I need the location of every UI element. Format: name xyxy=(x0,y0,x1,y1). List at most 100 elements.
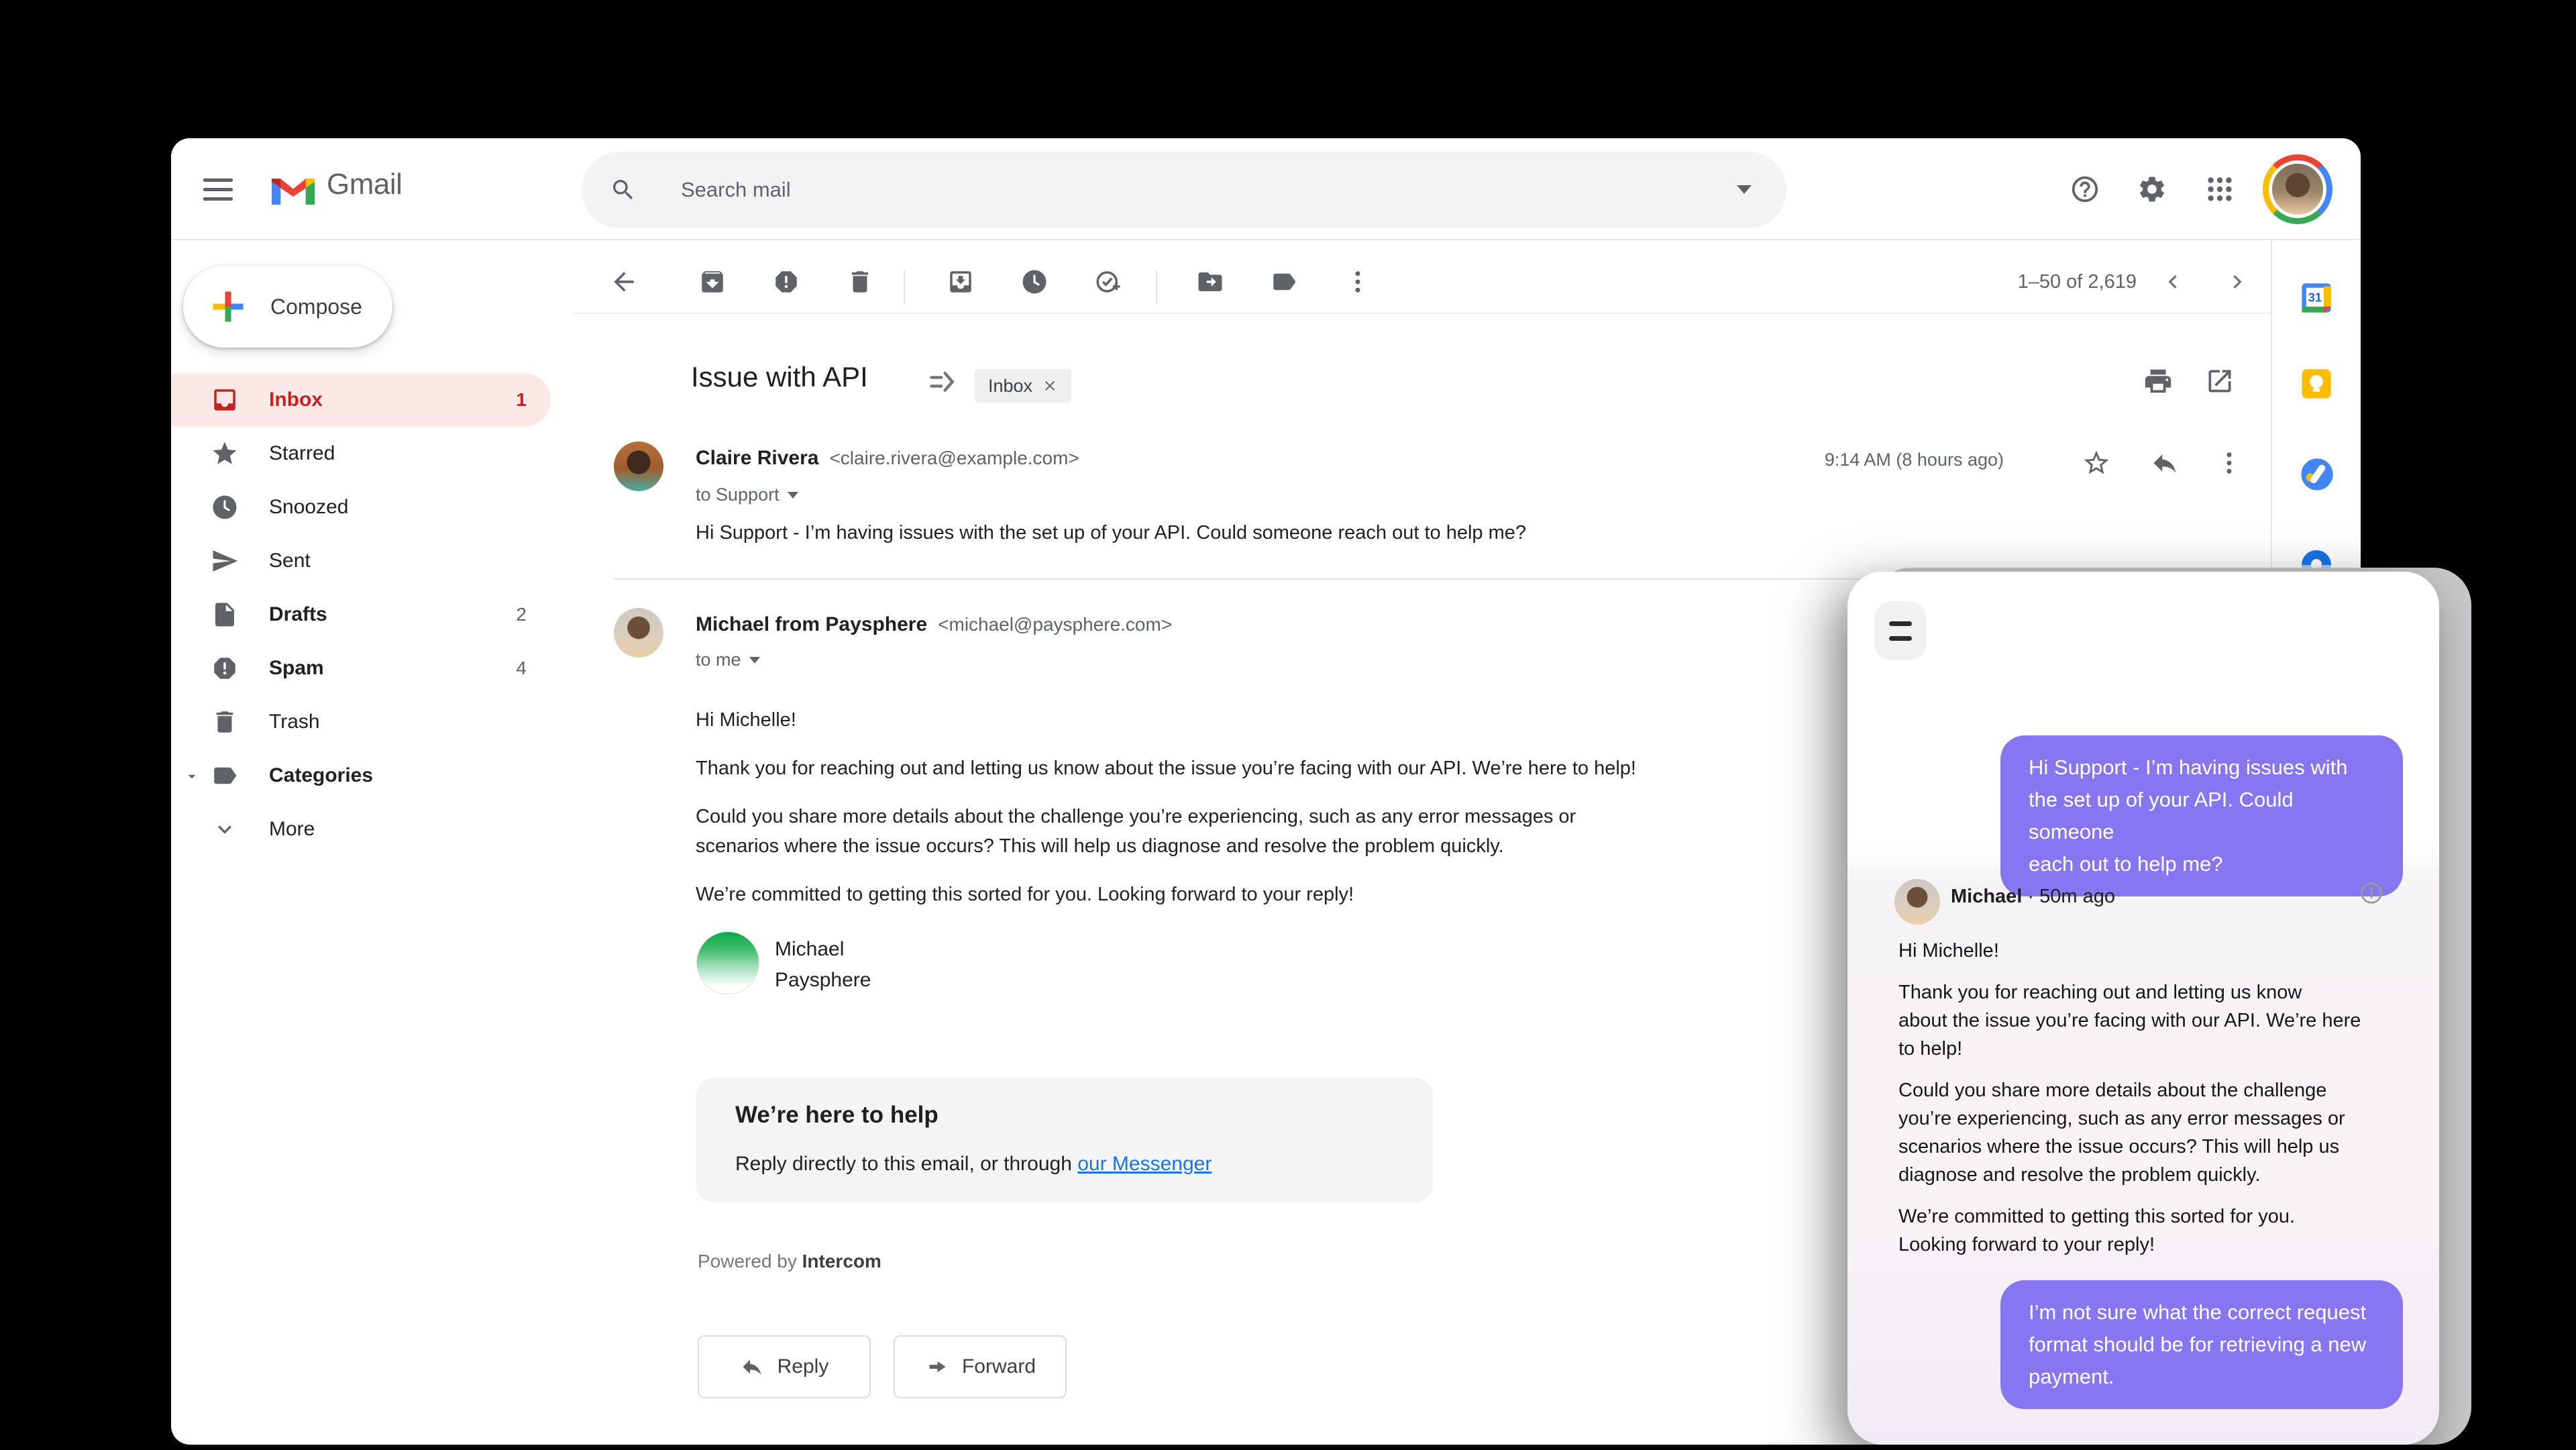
sidebar-item-more[interactable]: More xyxy=(171,802,551,856)
sender-name: Michael from Paysphere xyxy=(696,613,927,636)
help-box-title: We’re here to help xyxy=(735,1102,938,1129)
sender-avatar-michael[interactable] xyxy=(614,608,663,658)
star-message-button[interactable] xyxy=(2075,442,2118,484)
email-paragraph: Thank you for reaching out and letting u… xyxy=(696,754,1903,783)
reply-arrow-icon xyxy=(2150,448,2180,478)
report-spam-button[interactable] xyxy=(765,260,808,303)
more-vert-icon xyxy=(1344,268,1372,296)
email2-header: Michael from Paysphere <michael@payspher… xyxy=(696,613,1172,636)
forward-arrow-icon xyxy=(924,1355,949,1379)
snooze-button[interactable] xyxy=(1013,260,1056,303)
chip-close-icon[interactable] xyxy=(1042,378,1058,394)
gear-icon xyxy=(2137,174,2167,205)
messenger-widget: Hi Support - I’m having issues with the … xyxy=(1847,572,2439,1445)
email1-recipient-row[interactable]: to Support xyxy=(696,484,798,505)
recipient-details-caret-icon xyxy=(749,657,760,664)
visitor-message-bubble: Hi Support - I’m having issues with the … xyxy=(2000,735,2403,896)
back-arrow-icon xyxy=(609,267,639,297)
calendar-icon[interactable]: 31 xyxy=(2299,280,2334,319)
sender-name: Claire Rivera xyxy=(696,447,818,470)
back-button[interactable] xyxy=(602,260,645,303)
message-info-button[interactable] xyxy=(2359,880,2384,909)
email-paragraph: We’re committed to getting this sorted f… xyxy=(696,880,1903,909)
chat-paragraph: Hi Michelle! xyxy=(1898,937,2384,965)
keep-icon[interactable] xyxy=(2299,366,2334,405)
newer-page-button[interactable] xyxy=(2151,260,2194,303)
sidebar-item-starred[interactable]: Starred xyxy=(171,427,551,480)
email1-body: Hi Support - I’m having issues with the … xyxy=(696,518,2037,548)
avatar-photo xyxy=(2269,160,2326,218)
sidebar-item-sent[interactable]: Sent xyxy=(171,534,551,588)
email-paragraph: Could you share more details about the c… xyxy=(696,802,1903,861)
draft-icon xyxy=(210,600,239,629)
help-box-text: Reply directly to this email, or through… xyxy=(735,1153,1212,1176)
send-icon xyxy=(210,546,239,576)
settings-button[interactable] xyxy=(2121,158,2183,220)
clock-icon xyxy=(210,493,239,522)
reply-button[interactable]: Reply xyxy=(698,1335,871,1398)
svg-text:31: 31 xyxy=(2308,290,2322,304)
signature-company: Paysphere xyxy=(775,969,871,992)
more-options-button[interactable] xyxy=(1336,260,1379,303)
folder-move-icon xyxy=(1196,268,1224,296)
delete-button[interactable] xyxy=(839,260,881,303)
inbox-icon xyxy=(210,385,239,415)
label-tag-icon xyxy=(210,761,239,790)
sidebar-item-snoozed[interactable]: Snoozed xyxy=(171,480,551,534)
thread-label-chip[interactable]: Inbox xyxy=(975,369,1071,403)
sender-avatar-claire[interactable] xyxy=(614,442,663,491)
email2-recipient-row[interactable]: to me xyxy=(696,650,760,670)
thread-expand-icon[interactable] xyxy=(928,369,957,398)
main-menu-button[interactable] xyxy=(190,161,246,217)
sidebar-item-drafts[interactable]: Drafts 2 xyxy=(171,588,551,641)
toolbar-divider xyxy=(574,313,2271,314)
compose-button[interactable]: Compose xyxy=(183,266,392,348)
reply-icon-button[interactable] xyxy=(2143,442,2186,484)
open-in-new-window-button[interactable] xyxy=(2198,360,2241,403)
chevron-right-icon xyxy=(2224,268,2251,295)
help-callout-box: We’re here to help Reply directly to thi… xyxy=(696,1078,1433,1202)
print-button[interactable] xyxy=(2137,360,2180,403)
star-icon xyxy=(210,439,239,468)
task-add-icon xyxy=(1094,268,1122,296)
snooze-clock-icon xyxy=(1020,268,1049,296)
forward-button[interactable]: Forward xyxy=(894,1335,1067,1398)
search-bar[interactable]: Search mail xyxy=(582,152,1786,228)
older-page-button[interactable] xyxy=(2216,260,2259,303)
spam-icon xyxy=(210,654,239,683)
help-button[interactable] xyxy=(2054,158,2116,220)
mark-unread-button[interactable] xyxy=(939,260,982,303)
app-header: Gmail Search mail xyxy=(171,138,2361,240)
label-tag-icon xyxy=(1270,268,1298,296)
labels-button[interactable] xyxy=(1263,260,1305,303)
tasks-icon[interactable] xyxy=(2299,456,2335,496)
toolbar-separator xyxy=(1156,270,1157,305)
sender-address: <michael@paysphere.com> xyxy=(938,614,1172,635)
add-to-tasks-button[interactable] xyxy=(1087,260,1130,303)
apps-grid-button[interactable] xyxy=(2189,158,2251,220)
archive-icon xyxy=(698,268,727,296)
star-outline-icon xyxy=(2082,448,2111,478)
search-input[interactable]: Search mail xyxy=(681,152,791,228)
move-to-button[interactable] xyxy=(1189,260,1232,303)
sender-address: <claire.rivera@example.com> xyxy=(829,448,1079,469)
search-options-caret-icon[interactable] xyxy=(1737,185,1752,194)
sidebar-item-trash[interactable]: Trash xyxy=(171,695,551,749)
message-more-button[interactable] xyxy=(2208,442,2251,484)
archive-button[interactable] xyxy=(691,260,734,303)
messenger-link[interactable]: our Messenger xyxy=(1077,1153,1212,1175)
expander-arrow-icon[interactable] xyxy=(183,768,201,785)
report-spam-icon xyxy=(772,268,800,296)
trash-icon xyxy=(846,268,874,296)
sidebar-item-categories[interactable]: Categories xyxy=(171,749,551,802)
inbox-count: 1 xyxy=(516,389,527,411)
agent-message-body: Hi Michelle! Thank you for reaching out … xyxy=(1898,937,2384,1272)
messenger-menu-button[interactable] xyxy=(1874,601,1927,660)
sidebar-item-inbox[interactable]: Inbox 1 xyxy=(171,373,551,427)
email2-body: Hi Michelle! Thank you for reaching out … xyxy=(696,705,1903,909)
account-avatar[interactable] xyxy=(2263,154,2332,224)
sidebar-item-spam[interactable]: Spam 4 xyxy=(171,641,551,695)
intercom-brand: Intercom xyxy=(802,1251,881,1272)
hamburger-icon xyxy=(203,178,233,182)
chat-paragraph: Thank you for reaching out and letting u… xyxy=(1898,978,2384,1063)
